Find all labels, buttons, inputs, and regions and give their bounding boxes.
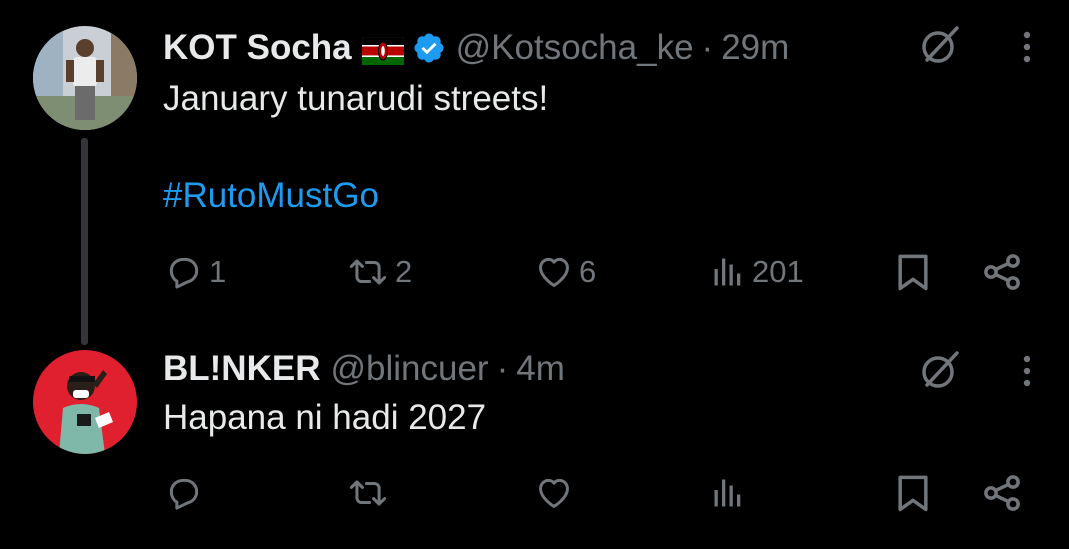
hashtag-link[interactable]: #RutoMustGo (163, 174, 379, 218)
analytics-icon (714, 258, 741, 286)
tweet-actions: 1 2 6 201 (0, 247, 1069, 297)
bookmark-icon (898, 254, 928, 291)
reply-button[interactable] (165, 468, 209, 518)
timestamp[interactable]: 29m (721, 28, 789, 68)
reply-icon (169, 478, 199, 510)
display-name[interactable]: KOT Socha (163, 28, 352, 68)
repost-icon (349, 480, 387, 506)
view-count: 201 (752, 254, 804, 289)
kenya-flag-icon (361, 34, 404, 65)
heart-icon (539, 478, 569, 508)
share-button[interactable] (980, 468, 1024, 518)
thread-connector-line (81, 138, 88, 345)
more-vertical-icon[interactable] (1012, 27, 1042, 67)
tweet-blinker[interactable]: BL!NKER @blincuer · 4m Hapana ni hadi 20… (0, 330, 1069, 549)
views-button[interactable] (710, 468, 752, 518)
bookmark-button[interactable] (891, 247, 935, 297)
tweet-actions (0, 468, 1069, 518)
avatar-kot-socha[interactable] (33, 26, 137, 130)
reply-count: 1 (209, 254, 227, 289)
more-vertical-icon[interactable] (1012, 351, 1042, 391)
repost-button[interactable] (347, 468, 395, 518)
display-name[interactable]: BL!NKER (163, 349, 320, 389)
avatar-photo-kot-socha (33, 26, 137, 130)
user-handle[interactable]: @blincuer (330, 349, 488, 389)
repost-button[interactable]: 2 (347, 247, 412, 297)
verified-badge-icon (412, 31, 446, 65)
avatar-blinker[interactable] (33, 350, 137, 454)
repost-icon (349, 259, 387, 285)
separator-dot: · (701, 28, 714, 67)
share-icon (984, 254, 1020, 290)
like-button[interactable]: 6 (535, 247, 596, 297)
share-button[interactable] (980, 247, 1024, 297)
heart-icon (539, 257, 569, 287)
views-button[interactable]: 201 (710, 247, 804, 297)
grok-icon[interactable] (917, 22, 963, 68)
share-icon (984, 475, 1020, 511)
reply-icon (169, 257, 199, 289)
user-handle[interactable]: @Kotsocha_ke (456, 28, 694, 68)
bookmark-button[interactable] (891, 468, 935, 518)
analytics-icon (714, 479, 741, 507)
tweet-text: January tunarudi streets! (163, 79, 549, 118)
avatar-photo-blinker (33, 350, 137, 454)
bookmark-icon (898, 475, 928, 512)
timestamp[interactable]: 4m (516, 349, 565, 389)
reply-button[interactable]: 1 (165, 247, 226, 297)
tweet-text: Hapana ni hadi 2027 (163, 398, 487, 437)
like-count: 6 (579, 254, 597, 289)
separator-dot: · (496, 349, 509, 388)
tweet-header: BL!NKER @blincuer · 4m (163, 347, 565, 391)
tweet-header: KOT Socha @Kotsocha_ke · 29m (163, 26, 789, 70)
grok-icon[interactable] (917, 347, 963, 393)
like-button[interactable] (535, 468, 579, 518)
repost-count: 2 (395, 254, 413, 289)
tweet-kot-socha[interactable]: KOT Socha @Kotsocha_ke · 29m January tun… (0, 0, 1069, 345)
